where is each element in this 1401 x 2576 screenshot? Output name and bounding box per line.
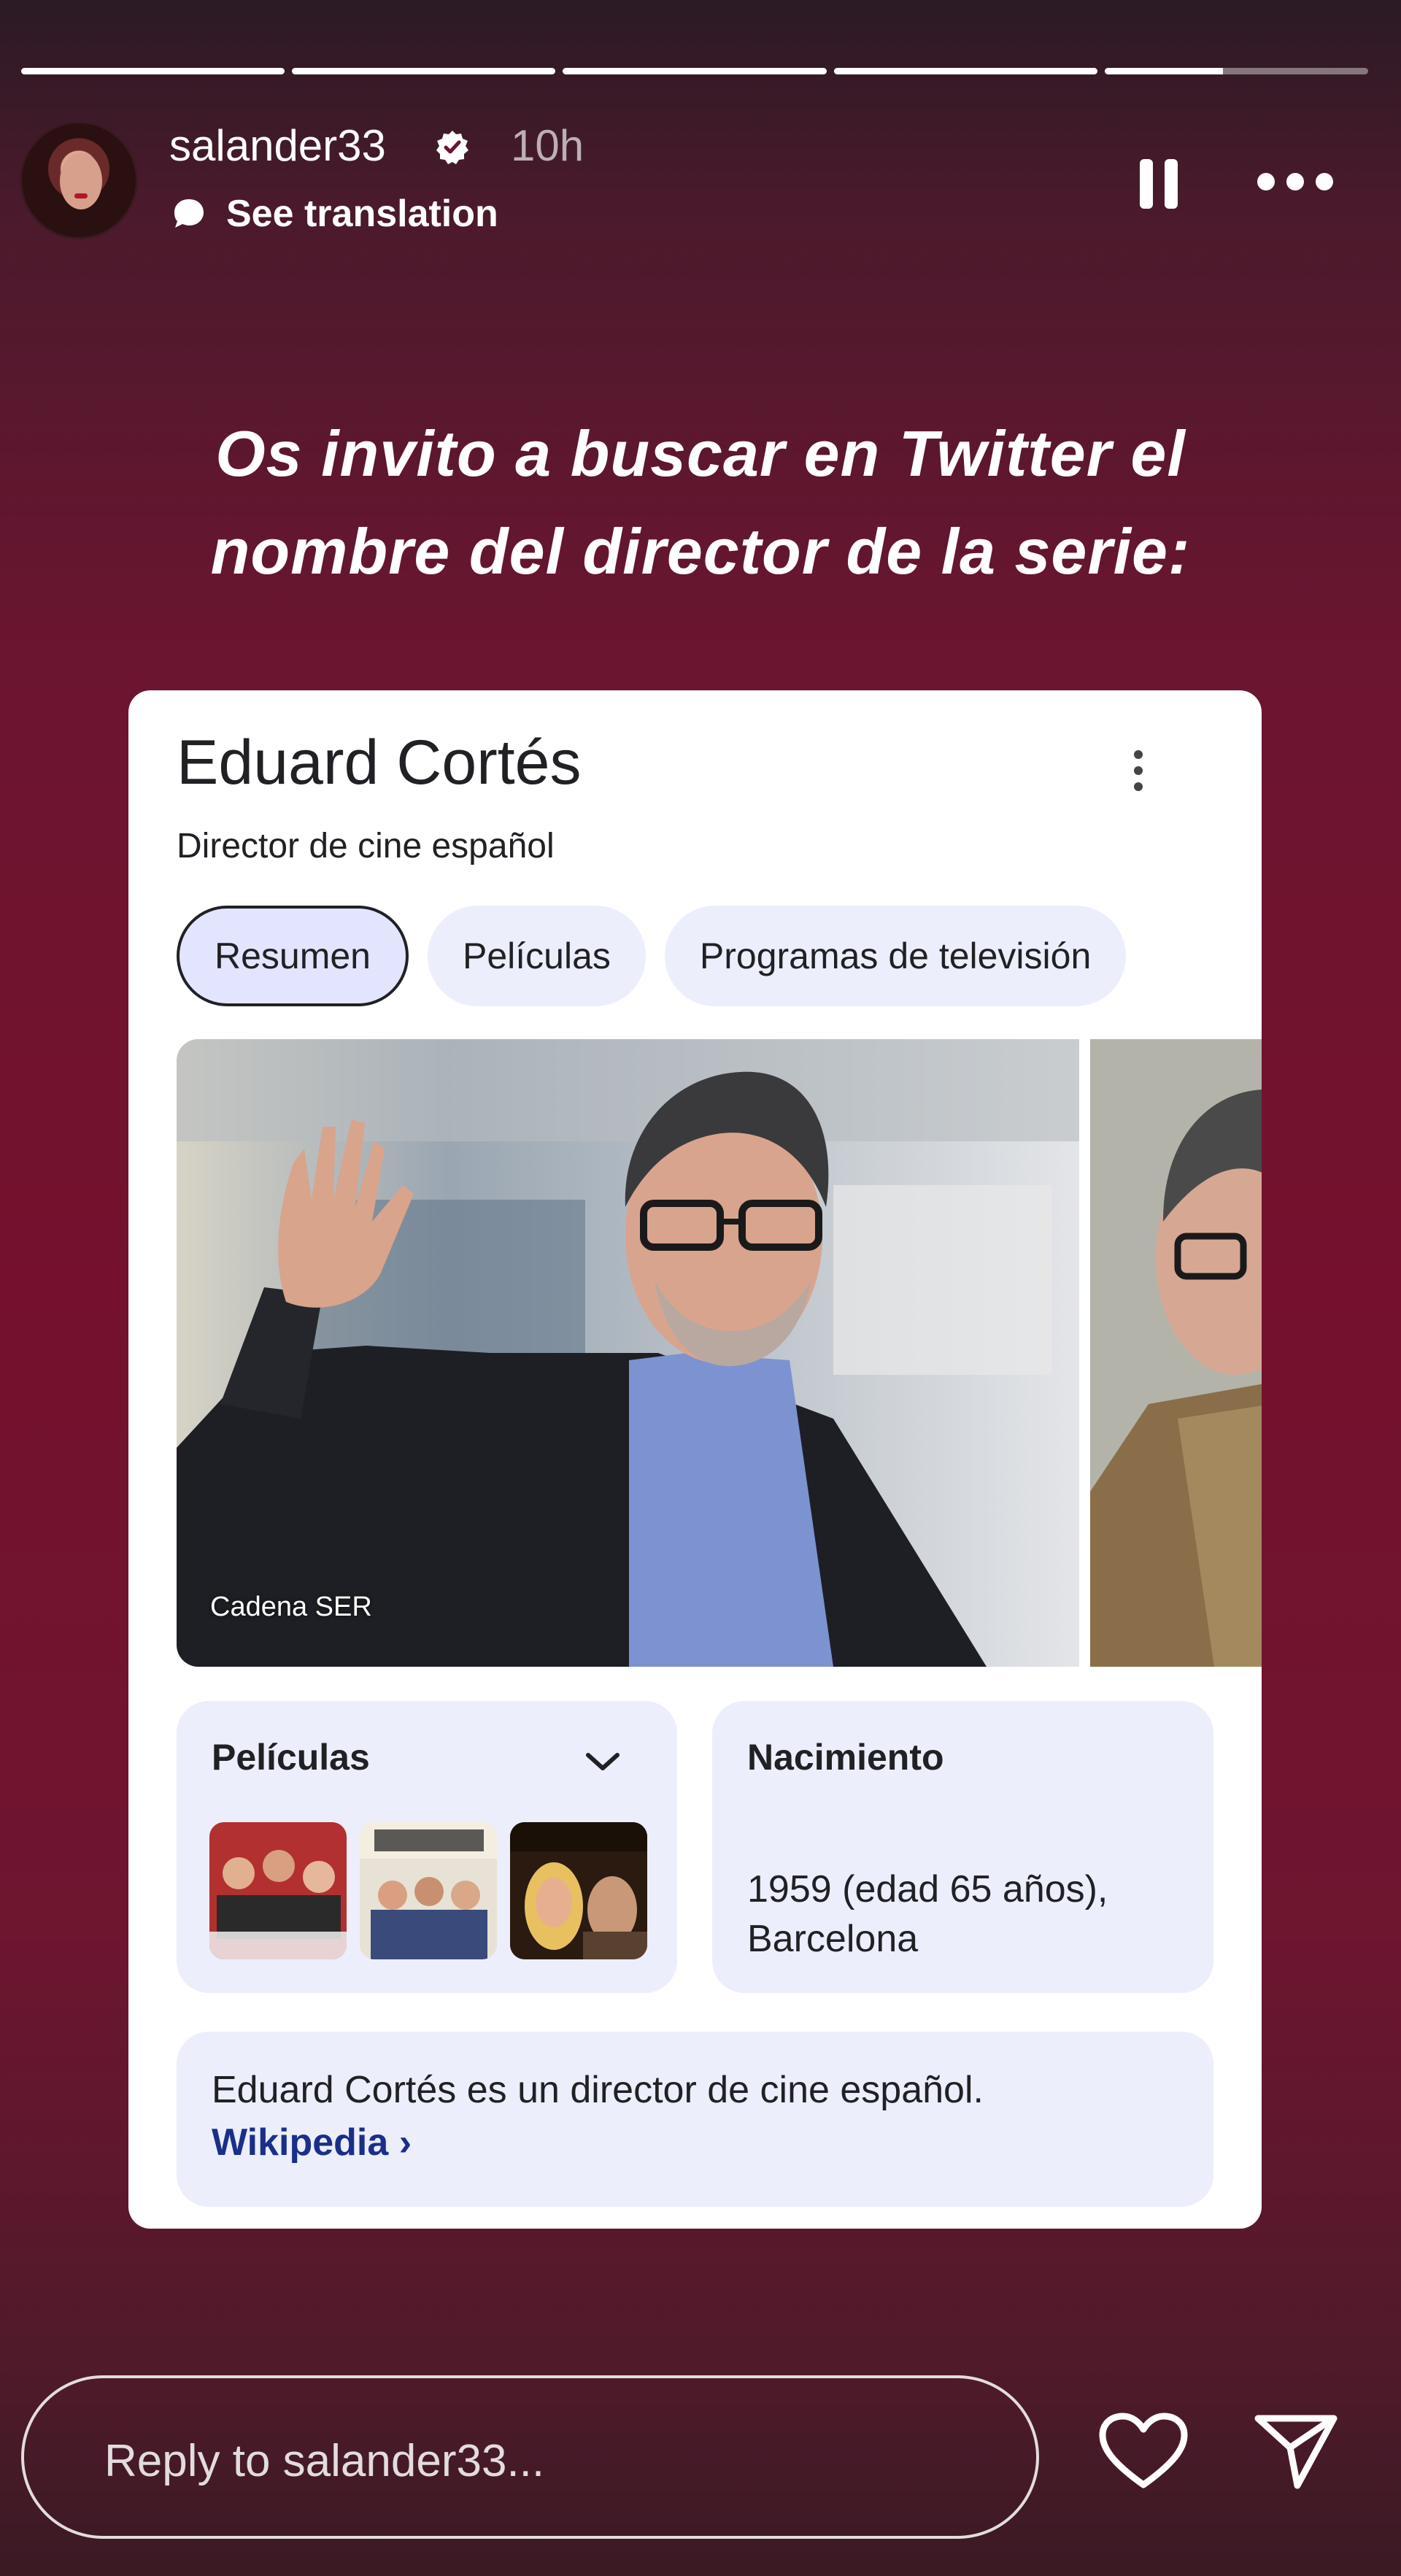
progress-segment: [563, 68, 827, 74]
more-vertical-icon[interactable]: [1132, 749, 1144, 793]
films-panel[interactable]: Películas: [177, 1701, 677, 1993]
tab-programas-tv[interactable]: Programas de televisión: [664, 906, 1127, 1006]
speech-bubble-icon: [174, 199, 204, 228]
see-translation-link[interactable]: See translation: [172, 192, 498, 236]
film-thumbnails: [209, 1822, 647, 1959]
wikipedia-link[interactable]: Wikipedia ›: [212, 2121, 412, 2164]
pause-icon[interactable]: [1138, 159, 1179, 209]
send-icon[interactable]: [1252, 2411, 1340, 2491]
director-photo[interactable]: Cadena SER: [177, 1039, 1079, 1667]
more-horizontal-icon[interactable]: [1255, 171, 1335, 193]
story-headline: Os invito a buscar en Twitter el nombre …: [0, 405, 1401, 601]
birth-value: 1959 (edad 65 años), Barcelona: [747, 1864, 1108, 1964]
film-thumbnail[interactable]: [209, 1822, 347, 1959]
story-progress-bar: [21, 68, 1369, 74]
progress-segment: [21, 68, 285, 74]
verified-badge-icon: [436, 131, 468, 164]
birth-label: Nacimiento: [747, 1737, 944, 1778]
progress-segment: [292, 68, 556, 74]
card-title: Eduard Cortés: [177, 728, 582, 798]
films-label: Películas: [212, 1737, 370, 1778]
chevron-down-icon[interactable]: [585, 1751, 620, 1773]
reply-placeholder: Reply to salander33...: [104, 2436, 545, 2486]
headline-line: Os invito a buscar en Twitter el: [215, 417, 1186, 490]
card-tabs: Resumen Películas Programas de televisió…: [177, 906, 1127, 1006]
username[interactable]: salander33: [169, 120, 386, 171]
post-time: 10h: [511, 121, 584, 170]
headline-line: nombre del director de la serie:: [210, 515, 1191, 587]
birth-value-line: Barcelona: [747, 1918, 919, 1960]
birth-panel[interactable]: Nacimiento 1959 (edad 65 años), Barcelon…: [712, 1701, 1213, 1993]
card-subtitle: Director de cine español: [177, 827, 555, 865]
heart-icon[interactable]: [1098, 2412, 1189, 2492]
progress-segment: [833, 68, 1097, 74]
birth-value-line: 1959 (edad 65 años),: [747, 1868, 1108, 1910]
director-photo-secondary[interactable]: [1090, 1039, 1262, 1667]
description-panel: Eduard Cortés es un director de cine esp…: [177, 2032, 1213, 2207]
tab-peliculas[interactable]: Películas: [428, 906, 646, 1006]
description-text: Eduard Cortés es un director de cine esp…: [212, 2069, 984, 2111]
reply-input[interactable]: Reply to salander33...: [21, 2375, 1039, 2539]
film-thumbnail[interactable]: [510, 1822, 647, 1959]
film-thumbnail[interactable]: [360, 1822, 497, 1959]
see-translation-label: See translation: [226, 193, 498, 235]
avatar[interactable]: [20, 121, 138, 239]
search-knowledge-card: Eduard Cortés Director de cine español R…: [128, 690, 1262, 2229]
progress-segment-current: [1104, 68, 1369, 74]
tab-resumen[interactable]: Resumen: [177, 906, 409, 1006]
photo-credit: Cadena SER: [210, 1592, 372, 1622]
